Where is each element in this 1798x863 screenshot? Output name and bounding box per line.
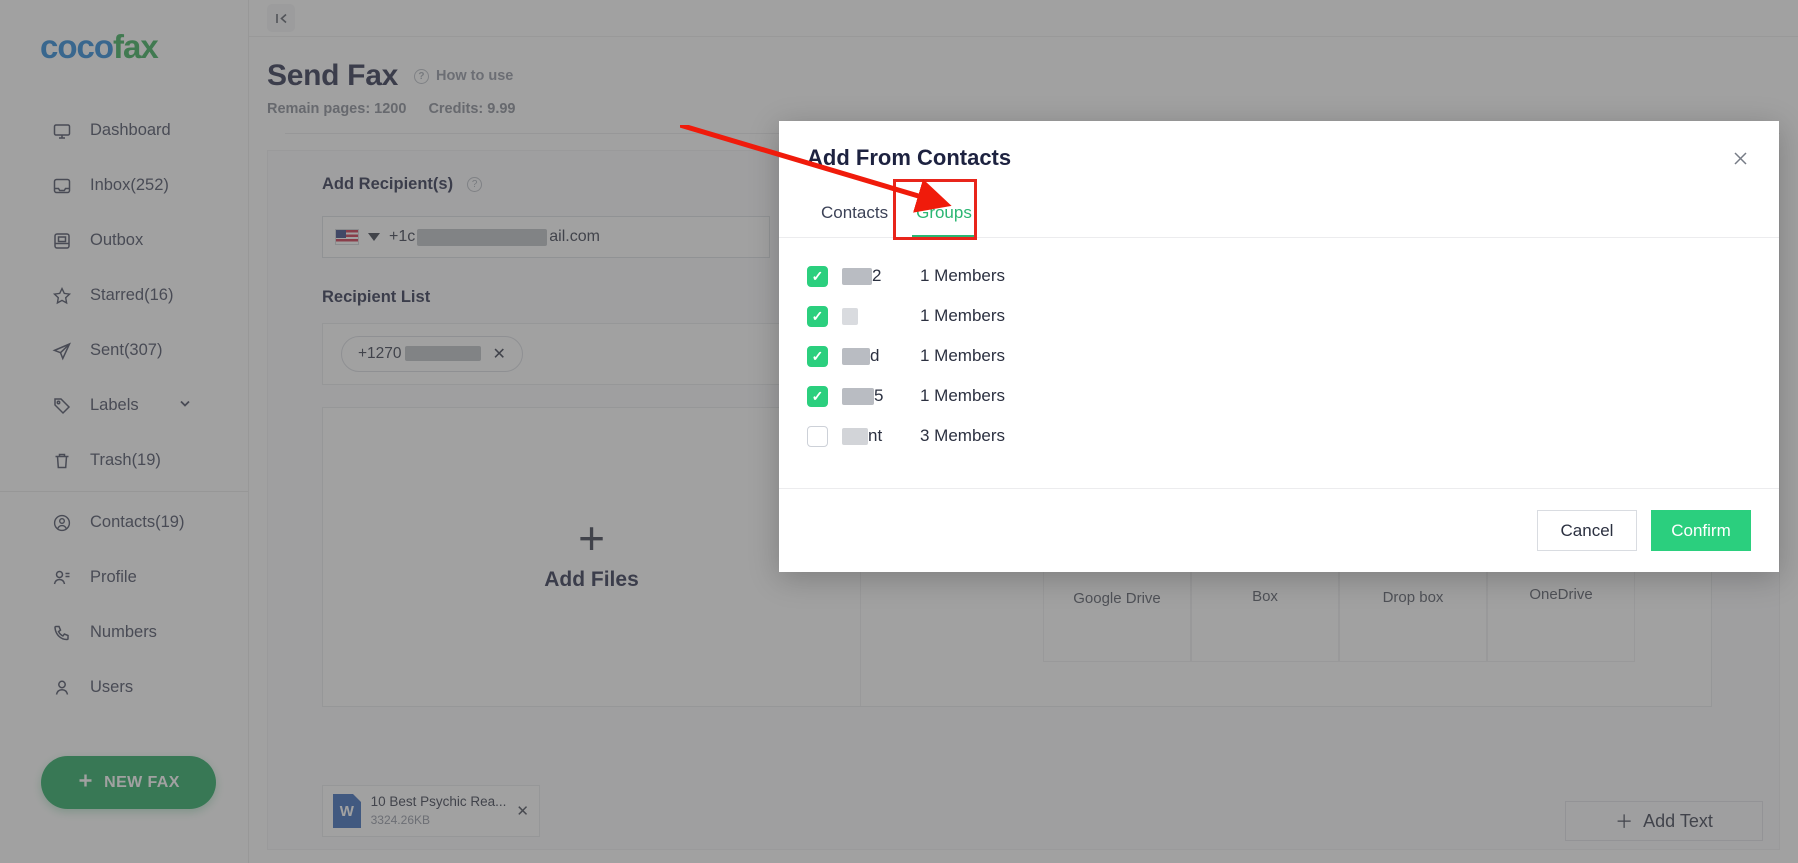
cancel-button[interactable]: Cancel bbox=[1537, 510, 1637, 551]
group-name: nt bbox=[842, 426, 920, 446]
group-checkbox[interactable] bbox=[807, 265, 828, 287]
modal-tabs: Contacts Groups bbox=[779, 179, 1779, 240]
tab-contacts[interactable]: Contacts bbox=[807, 195, 902, 237]
group-checkbox[interactable] bbox=[807, 425, 828, 447]
group-row[interactable]: d 1 Members bbox=[807, 336, 1751, 376]
group-checkbox[interactable] bbox=[807, 385, 828, 407]
group-member-count: 1 Members bbox=[920, 346, 1006, 365]
add-from-contacts-modal: Add From Contacts Contacts Groups 2 1 Me… bbox=[779, 121, 1779, 572]
tab-groups[interactable]: Groups bbox=[902, 195, 986, 238]
redaction-block bbox=[842, 347, 870, 365]
group-name: 5 bbox=[842, 386, 920, 406]
app-root: cocofax Dashboard Inbox(252) Outbox St bbox=[0, 0, 1798, 863]
group-checkbox[interactable] bbox=[807, 305, 828, 327]
group-member-count: 3 Members bbox=[920, 426, 1006, 445]
group-member-count: 1 Members bbox=[920, 306, 1006, 325]
redaction-block bbox=[842, 307, 858, 325]
redaction-block bbox=[842, 427, 868, 445]
modal-title: Add From Contacts bbox=[807, 145, 1012, 170]
groups-list: 2 1 Members 1 Members d 1 Members 5 1 Me… bbox=[779, 238, 1779, 488]
close-icon[interactable] bbox=[1727, 145, 1753, 171]
confirm-button[interactable]: Confirm bbox=[1651, 510, 1751, 551]
modal-footer: Cancel Confirm bbox=[779, 488, 1779, 572]
group-name: d bbox=[842, 346, 920, 366]
group-row[interactable]: 2 1 Members bbox=[807, 256, 1751, 296]
group-name bbox=[842, 307, 920, 325]
redaction-block bbox=[842, 387, 874, 405]
group-member-count: 1 Members bbox=[920, 386, 1006, 405]
group-member-count: 1 Members bbox=[920, 266, 1006, 285]
group-checkbox[interactable] bbox=[807, 345, 828, 367]
group-row[interactable]: 5 1 Members bbox=[807, 376, 1751, 416]
group-row[interactable]: 1 Members bbox=[807, 296, 1751, 336]
redaction-block bbox=[842, 267, 872, 285]
modal-header: Add From Contacts bbox=[779, 121, 1779, 195]
group-row[interactable]: nt 3 Members bbox=[807, 416, 1751, 456]
group-name: 2 bbox=[842, 266, 920, 286]
